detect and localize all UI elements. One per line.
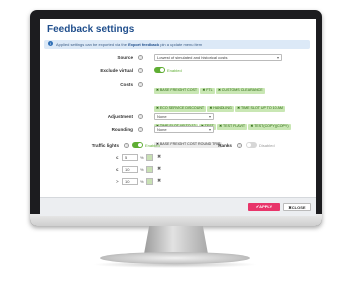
rounding-help-icon[interactable]: ? (138, 127, 143, 132)
close-icon[interactable]: ✖ (218, 88, 221, 92)
costs-help-icon[interactable]: ? (138, 82, 143, 87)
traffic-lights-state: Enabled (145, 143, 160, 148)
close-icon[interactable]: ✖ (157, 166, 161, 172)
adjustment-select-value: None (157, 114, 167, 119)
source-label: Source (117, 55, 133, 60)
apply-button[interactable]: ✔APPLY (248, 203, 280, 211)
adjustment-help-icon[interactable]: ? (138, 114, 143, 119)
close-icon[interactable]: ✖ (157, 154, 161, 160)
traffic-rule-color-swatch[interactable] (146, 178, 153, 185)
close-icon[interactable]: ✖ (157, 178, 161, 184)
traffic-rule-value-input[interactable]: 5 (122, 154, 138, 161)
cost-chip-label: FTL (206, 88, 213, 92)
rounding-select[interactable]: None ▾ (154, 126, 214, 133)
close-icon[interactable]: ✖ (156, 106, 159, 110)
chevron-down-icon: ▾ (208, 127, 211, 132)
export-feedback-link[interactable]: Export feedback (128, 42, 159, 47)
cost-chip[interactable]: ✖BASE FREIGHT COST (154, 88, 200, 94)
close-button[interactable]: ✖CLOSE (283, 203, 311, 211)
cost-chip-label: TIME SLOT UP TO 10 AM (240, 106, 283, 110)
close-icon[interactable]: ✖ (209, 106, 212, 110)
cost-chip-label: TEST(COPY)(COPY) (254, 124, 289, 128)
traffic-rule-operator: ≤ (116, 155, 119, 160)
close-icon[interactable]: ✖ (237, 106, 240, 110)
traffic-rule-unit: % (140, 167, 144, 172)
ranks-label: Ranks (218, 143, 232, 148)
cost-chip[interactable]: ✖TEST(COPY)(COPY) (248, 124, 291, 130)
close-icon[interactable]: ✖ (219, 124, 222, 128)
toggle-knob (138, 143, 142, 147)
cost-chip-label: ECO SERVICE DISCOUNT (159, 106, 205, 110)
dialog-title: Feedback settings (47, 24, 135, 35)
cost-chip-label: TEST FLAVIT (223, 124, 246, 128)
traffic-rule-operator: > (116, 179, 119, 184)
ranks-state: Disabled (259, 143, 275, 148)
source-help-icon[interactable]: ? (138, 55, 143, 60)
notice-text-after: pin a update menu item (160, 42, 203, 47)
traffic-lights-help-icon[interactable]: ? (124, 143, 129, 148)
ranks-help-icon[interactable]: ? (237, 143, 242, 148)
feedback-settings-dialog: Feedback settings i Applied settings can … (40, 19, 316, 216)
costs-label: Costs (120, 82, 133, 87)
traffic-rule-operator: ≤ (116, 167, 119, 172)
exclude-virtual-toggle[interactable] (154, 67, 165, 73)
info-icon: i (48, 41, 53, 46)
notice-text-before: Applied settings can be exported via the (56, 42, 127, 47)
cost-chip-label: BASE FREIGHT COST (159, 88, 198, 92)
source-select[interactable]: Lowest of simulated and historical costs… (154, 54, 282, 61)
traffic-rule-color-swatch[interactable] (146, 166, 153, 173)
close-icon[interactable]: ✖ (202, 88, 205, 92)
source-select-value: Lowest of simulated and historical costs (157, 55, 228, 60)
monitor-stand-neck (144, 226, 208, 254)
traffic-lights-label: Traffic lights (91, 143, 119, 148)
cost-chip[interactable]: ✖TIME SLOT UP TO 10 AM (235, 106, 285, 112)
close-icon[interactable]: ✖ (156, 88, 159, 92)
cost-chip[interactable]: ✖FTL (200, 88, 215, 94)
cost-chip-label: HANDLING (213, 106, 232, 110)
cost-chip[interactable]: ✖CUSTOMS CLEARANCE (215, 88, 265, 94)
exclude-virtual-label: Exclude virtual (100, 68, 133, 73)
toggle-knob (160, 68, 164, 72)
traffic-rule-value-input[interactable]: 10 (122, 178, 138, 185)
ranks-toggle[interactable] (246, 142, 257, 148)
monitor-stand-base (100, 252, 250, 264)
adjustment-label: Adjustment (107, 114, 133, 119)
cost-chip[interactable]: ✖ECO SERVICE DISCOUNT (154, 106, 207, 112)
toggle-knob (247, 143, 251, 147)
rounding-select-value: None (157, 127, 167, 132)
exclude-virtual-state: Enabled (167, 68, 182, 73)
chevron-down-icon: ▾ (208, 114, 211, 119)
cost-chip[interactable]: ✖HANDLING (207, 106, 234, 112)
chevron-down-icon: ▾ (276, 55, 279, 60)
cost-chip[interactable]: ✖TEST FLAVIT (217, 124, 248, 130)
cost-chip-label: CUSTOMS CLEARANCE (221, 88, 263, 92)
traffic-lights-toggle[interactable] (132, 142, 143, 148)
traffic-rule-value-input[interactable]: 10 (122, 166, 138, 173)
traffic-rule-unit: % (140, 155, 144, 160)
close-icon[interactable]: ✖ (250, 124, 253, 128)
traffic-rule-unit: % (140, 179, 144, 184)
info-notice: i Applied settings can be exported via th… (44, 40, 310, 49)
adjustment-select[interactable]: None ▾ (154, 113, 214, 120)
exclude-virtual-help-icon[interactable]: ? (138, 68, 143, 73)
rounding-label: Rounding (111, 127, 133, 132)
traffic-rule-color-swatch[interactable] (146, 154, 153, 161)
